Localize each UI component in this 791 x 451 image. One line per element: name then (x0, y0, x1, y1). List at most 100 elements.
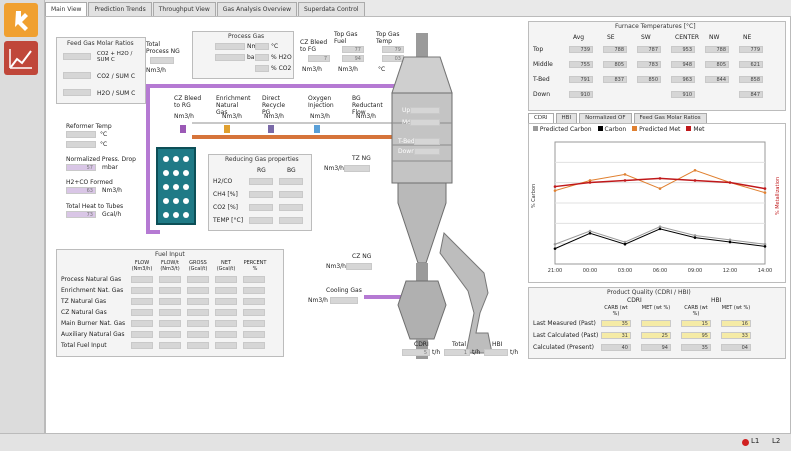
value-field (63, 89, 91, 96)
tab-cdri[interactable]: CDRI (528, 113, 554, 123)
data-point (693, 179, 697, 182)
value-field (279, 204, 303, 211)
value-field: 847 (739, 91, 763, 98)
tab-gas-analysis[interactable]: Gas Analysis Overview (216, 2, 297, 16)
tab-hbi[interactable]: HBI (555, 113, 578, 123)
unit-label: Nm3/h (302, 66, 322, 73)
value-field (279, 178, 303, 185)
col-header: BG (287, 167, 296, 174)
tab-main-view[interactable]: Main View (45, 2, 88, 16)
trend-chart-icon (9, 49, 32, 69)
data-point (553, 242, 557, 246)
row-label: CO2 [%] (213, 204, 239, 211)
value-field (131, 342, 153, 349)
unit-label: Nm3/h (338, 66, 358, 73)
value-field (159, 287, 181, 294)
col-header: SE (607, 34, 615, 41)
panel-title: Reducing Gas properties (225, 156, 299, 163)
swatch (632, 126, 638, 131)
tab-throughput-view[interactable]: Throughput View (152, 2, 216, 16)
row-label: Last Calculated (Past) (533, 332, 599, 339)
value-field (243, 320, 265, 327)
unit-label: Nm3/h (310, 113, 330, 120)
data-point (763, 187, 767, 190)
panel-title: Product Quality (CDRI / HBI) (607, 289, 691, 296)
fuel-row-label: Process Natural Gas (61, 276, 122, 283)
value-field (243, 331, 265, 338)
row-label: Middle (533, 61, 553, 68)
value-field (159, 309, 181, 316)
fuel-row-label: Main Burner Nat. Gas (61, 320, 126, 327)
legend-label: Predicted Carbon (539, 126, 592, 133)
value-field (187, 298, 209, 305)
cz-ng-label: CZ NG (352, 253, 372, 260)
reformer-tubes-icon (163, 156, 189, 218)
unit-label: Nm3/h (326, 263, 346, 270)
value-field (131, 276, 153, 283)
data-point (658, 177, 662, 180)
col-header: NE (743, 34, 752, 41)
value-field: 910 (671, 91, 695, 98)
process-view-button[interactable] (4, 3, 38, 37)
value-field (215, 298, 237, 305)
value-field (131, 287, 153, 294)
cooling-gas-label: Cooling Gas (326, 287, 362, 294)
unit-label: Nm3/h (174, 113, 194, 120)
legend-item[interactable]: Predicted Met (632, 126, 680, 133)
trend-chart: 21:00 00:00 03:00 06:00 09:00 12:00 14:00 % Car… (531, 141, 781, 274)
tab-superdata-control[interactable]: Superdata Control (297, 2, 365, 16)
swatch (686, 126, 692, 131)
value-field: 844 (705, 76, 729, 83)
data-point (728, 240, 732, 244)
tab-prediction-trends[interactable]: Prediction Trends (88, 2, 152, 16)
value-field (215, 331, 237, 338)
value-field (249, 204, 273, 211)
value-field (484, 349, 508, 356)
alarm-indicator (742, 439, 749, 446)
main-canvas: Feed Gas Molar Ratios CO2 + H2O / SUM C … (45, 16, 791, 434)
value-field: 787 (637, 46, 661, 53)
data-point (588, 181, 592, 184)
value-field: 910 (569, 91, 593, 98)
row-label: Down (533, 91, 551, 98)
total-label: Total (452, 341, 467, 348)
panel-title: Process Gas (228, 33, 265, 40)
value-field (255, 43, 269, 50)
unit-label: Nm3/h (264, 113, 284, 120)
col-header: RG (257, 167, 266, 174)
l1-label[interactable]: L1 (751, 437, 759, 445)
value-field (215, 342, 237, 349)
value-field: 755 (569, 61, 593, 68)
process-gas-pipe (146, 84, 150, 234)
zone-label-down: Down (398, 148, 416, 155)
legend-item[interactable]: Met (686, 126, 705, 133)
value-field (249, 178, 273, 185)
col-header: FLOW/t (Nm3/t) (160, 260, 180, 272)
tab-normalized-of[interactable]: Normalized OF (579, 113, 632, 123)
legend-item[interactable]: Predicted Carbon (533, 126, 592, 133)
legend-item[interactable]: Carbon (597, 126, 626, 133)
value-field: 858 (739, 76, 763, 83)
l2-label[interactable]: L2 (772, 437, 780, 445)
furnace-temp-panel: Furnace Temperatures [°C] Avg SE SW CENTER N… (528, 21, 786, 111)
unit-label: °C (100, 131, 108, 138)
x-tick-label: 12:00 (723, 268, 737, 274)
value-field (159, 331, 181, 338)
value-field: 621 (739, 61, 763, 68)
value-field (255, 65, 269, 72)
tab-feed-gas-ratios[interactable]: Feed Gas Molar Ratios (633, 113, 707, 123)
data-point (553, 185, 557, 188)
panel-title: Furnace Temperatures [°C] (615, 23, 696, 30)
value-field: 948 (671, 61, 695, 68)
value-field: 1 (444, 349, 470, 356)
h2co-label: H2+CO Formed (66, 179, 113, 186)
trends-view-button[interactable] (4, 41, 38, 75)
x-tick-label: 09:00 (688, 268, 702, 274)
feed-gas-molar-panel: Feed Gas Molar Ratios CO2 + H2O / SUM C … (56, 37, 146, 104)
col-header: PERCENT % (243, 260, 267, 272)
cdri-label: CDRI (414, 341, 429, 348)
bleed-pipe (192, 122, 396, 124)
data-point (693, 169, 697, 172)
value-field (414, 138, 440, 145)
data-point (693, 236, 697, 239)
